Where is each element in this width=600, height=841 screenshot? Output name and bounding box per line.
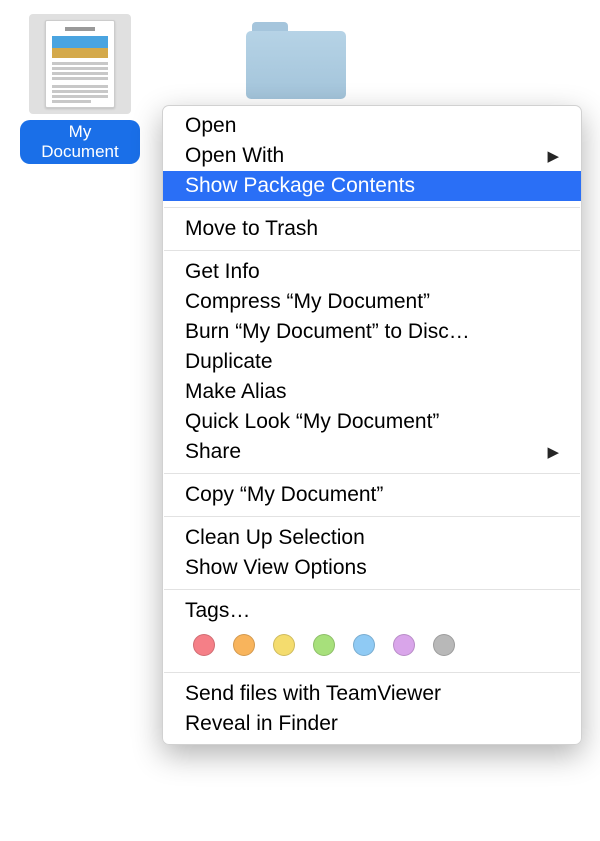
folder-icon bbox=[246, 22, 346, 100]
menu-separator bbox=[164, 473, 580, 474]
menu-separator bbox=[164, 672, 580, 673]
menu-item-move-to-trash[interactable]: Move to Trash bbox=[163, 214, 581, 244]
tag-purple[interactable] bbox=[393, 634, 415, 656]
tag-yellow[interactable] bbox=[273, 634, 295, 656]
menu-label: Clean Up Selection bbox=[185, 526, 365, 550]
menu-item-clean-up[interactable]: Clean Up Selection bbox=[163, 523, 581, 553]
tags-row bbox=[163, 626, 581, 666]
menu-item-view-options[interactable]: Show View Options bbox=[163, 553, 581, 583]
icon-label: My Document bbox=[20, 120, 140, 164]
menu-label: Open bbox=[185, 114, 236, 138]
menu-separator bbox=[164, 207, 580, 208]
menu-label: Duplicate bbox=[185, 350, 273, 374]
menu-label: Quick Look “My Document” bbox=[185, 410, 439, 434]
menu-separator bbox=[164, 516, 580, 517]
menu-item-get-info[interactable]: Get Info bbox=[163, 257, 581, 287]
menu-item-burn[interactable]: Burn “My Document” to Disc… bbox=[163, 317, 581, 347]
tag-red[interactable] bbox=[193, 634, 215, 656]
tag-gray[interactable] bbox=[433, 634, 455, 656]
menu-label: Send files with TeamViewer bbox=[185, 682, 441, 706]
document-icon bbox=[29, 14, 131, 114]
menu-label: Reveal in Finder bbox=[185, 712, 338, 736]
menu-item-quick-look[interactable]: Quick Look “My Document” bbox=[163, 407, 581, 437]
menu-label: Make Alias bbox=[185, 380, 287, 404]
menu-item-make-alias[interactable]: Make Alias bbox=[163, 377, 581, 407]
desktop-item-document[interactable]: My Document bbox=[20, 14, 140, 164]
menu-item-open-with[interactable]: Open With ▶ bbox=[163, 141, 581, 171]
menu-item-reveal-in-finder[interactable]: Reveal in Finder bbox=[163, 709, 581, 739]
submenu-arrow-icon: ▶ bbox=[547, 147, 559, 165]
menu-label: Copy “My Document” bbox=[185, 483, 383, 507]
menu-separator bbox=[164, 250, 580, 251]
menu-label: Compress “My Document” bbox=[185, 290, 430, 314]
menu-separator bbox=[164, 589, 580, 590]
menu-label: Share bbox=[185, 440, 241, 464]
menu-item-tags[interactable]: Tags… bbox=[163, 596, 581, 626]
tag-green[interactable] bbox=[313, 634, 335, 656]
menu-item-share[interactable]: Share ▶ bbox=[163, 437, 581, 467]
menu-label: Move to Trash bbox=[185, 217, 318, 241]
menu-item-duplicate[interactable]: Duplicate bbox=[163, 347, 581, 377]
menu-label: Show Package Contents bbox=[185, 174, 415, 198]
menu-label: Burn “My Document” to Disc… bbox=[185, 320, 470, 344]
tag-blue[interactable] bbox=[353, 634, 375, 656]
menu-item-compress[interactable]: Compress “My Document” bbox=[163, 287, 581, 317]
menu-label: Open With bbox=[185, 144, 284, 168]
menu-item-open[interactable]: Open bbox=[163, 111, 581, 141]
menu-label: Show View Options bbox=[185, 556, 367, 580]
menu-item-copy[interactable]: Copy “My Document” bbox=[163, 480, 581, 510]
menu-item-show-package-contents[interactable]: Show Package Contents bbox=[163, 171, 581, 201]
menu-item-send-teamviewer[interactable]: Send files with TeamViewer bbox=[163, 679, 581, 709]
menu-label: Tags… bbox=[185, 599, 250, 623]
context-menu: Open Open With ▶ Show Package Contents M… bbox=[162, 105, 582, 745]
tag-orange[interactable] bbox=[233, 634, 255, 656]
submenu-arrow-icon: ▶ bbox=[547, 443, 559, 461]
menu-label: Get Info bbox=[185, 260, 260, 284]
